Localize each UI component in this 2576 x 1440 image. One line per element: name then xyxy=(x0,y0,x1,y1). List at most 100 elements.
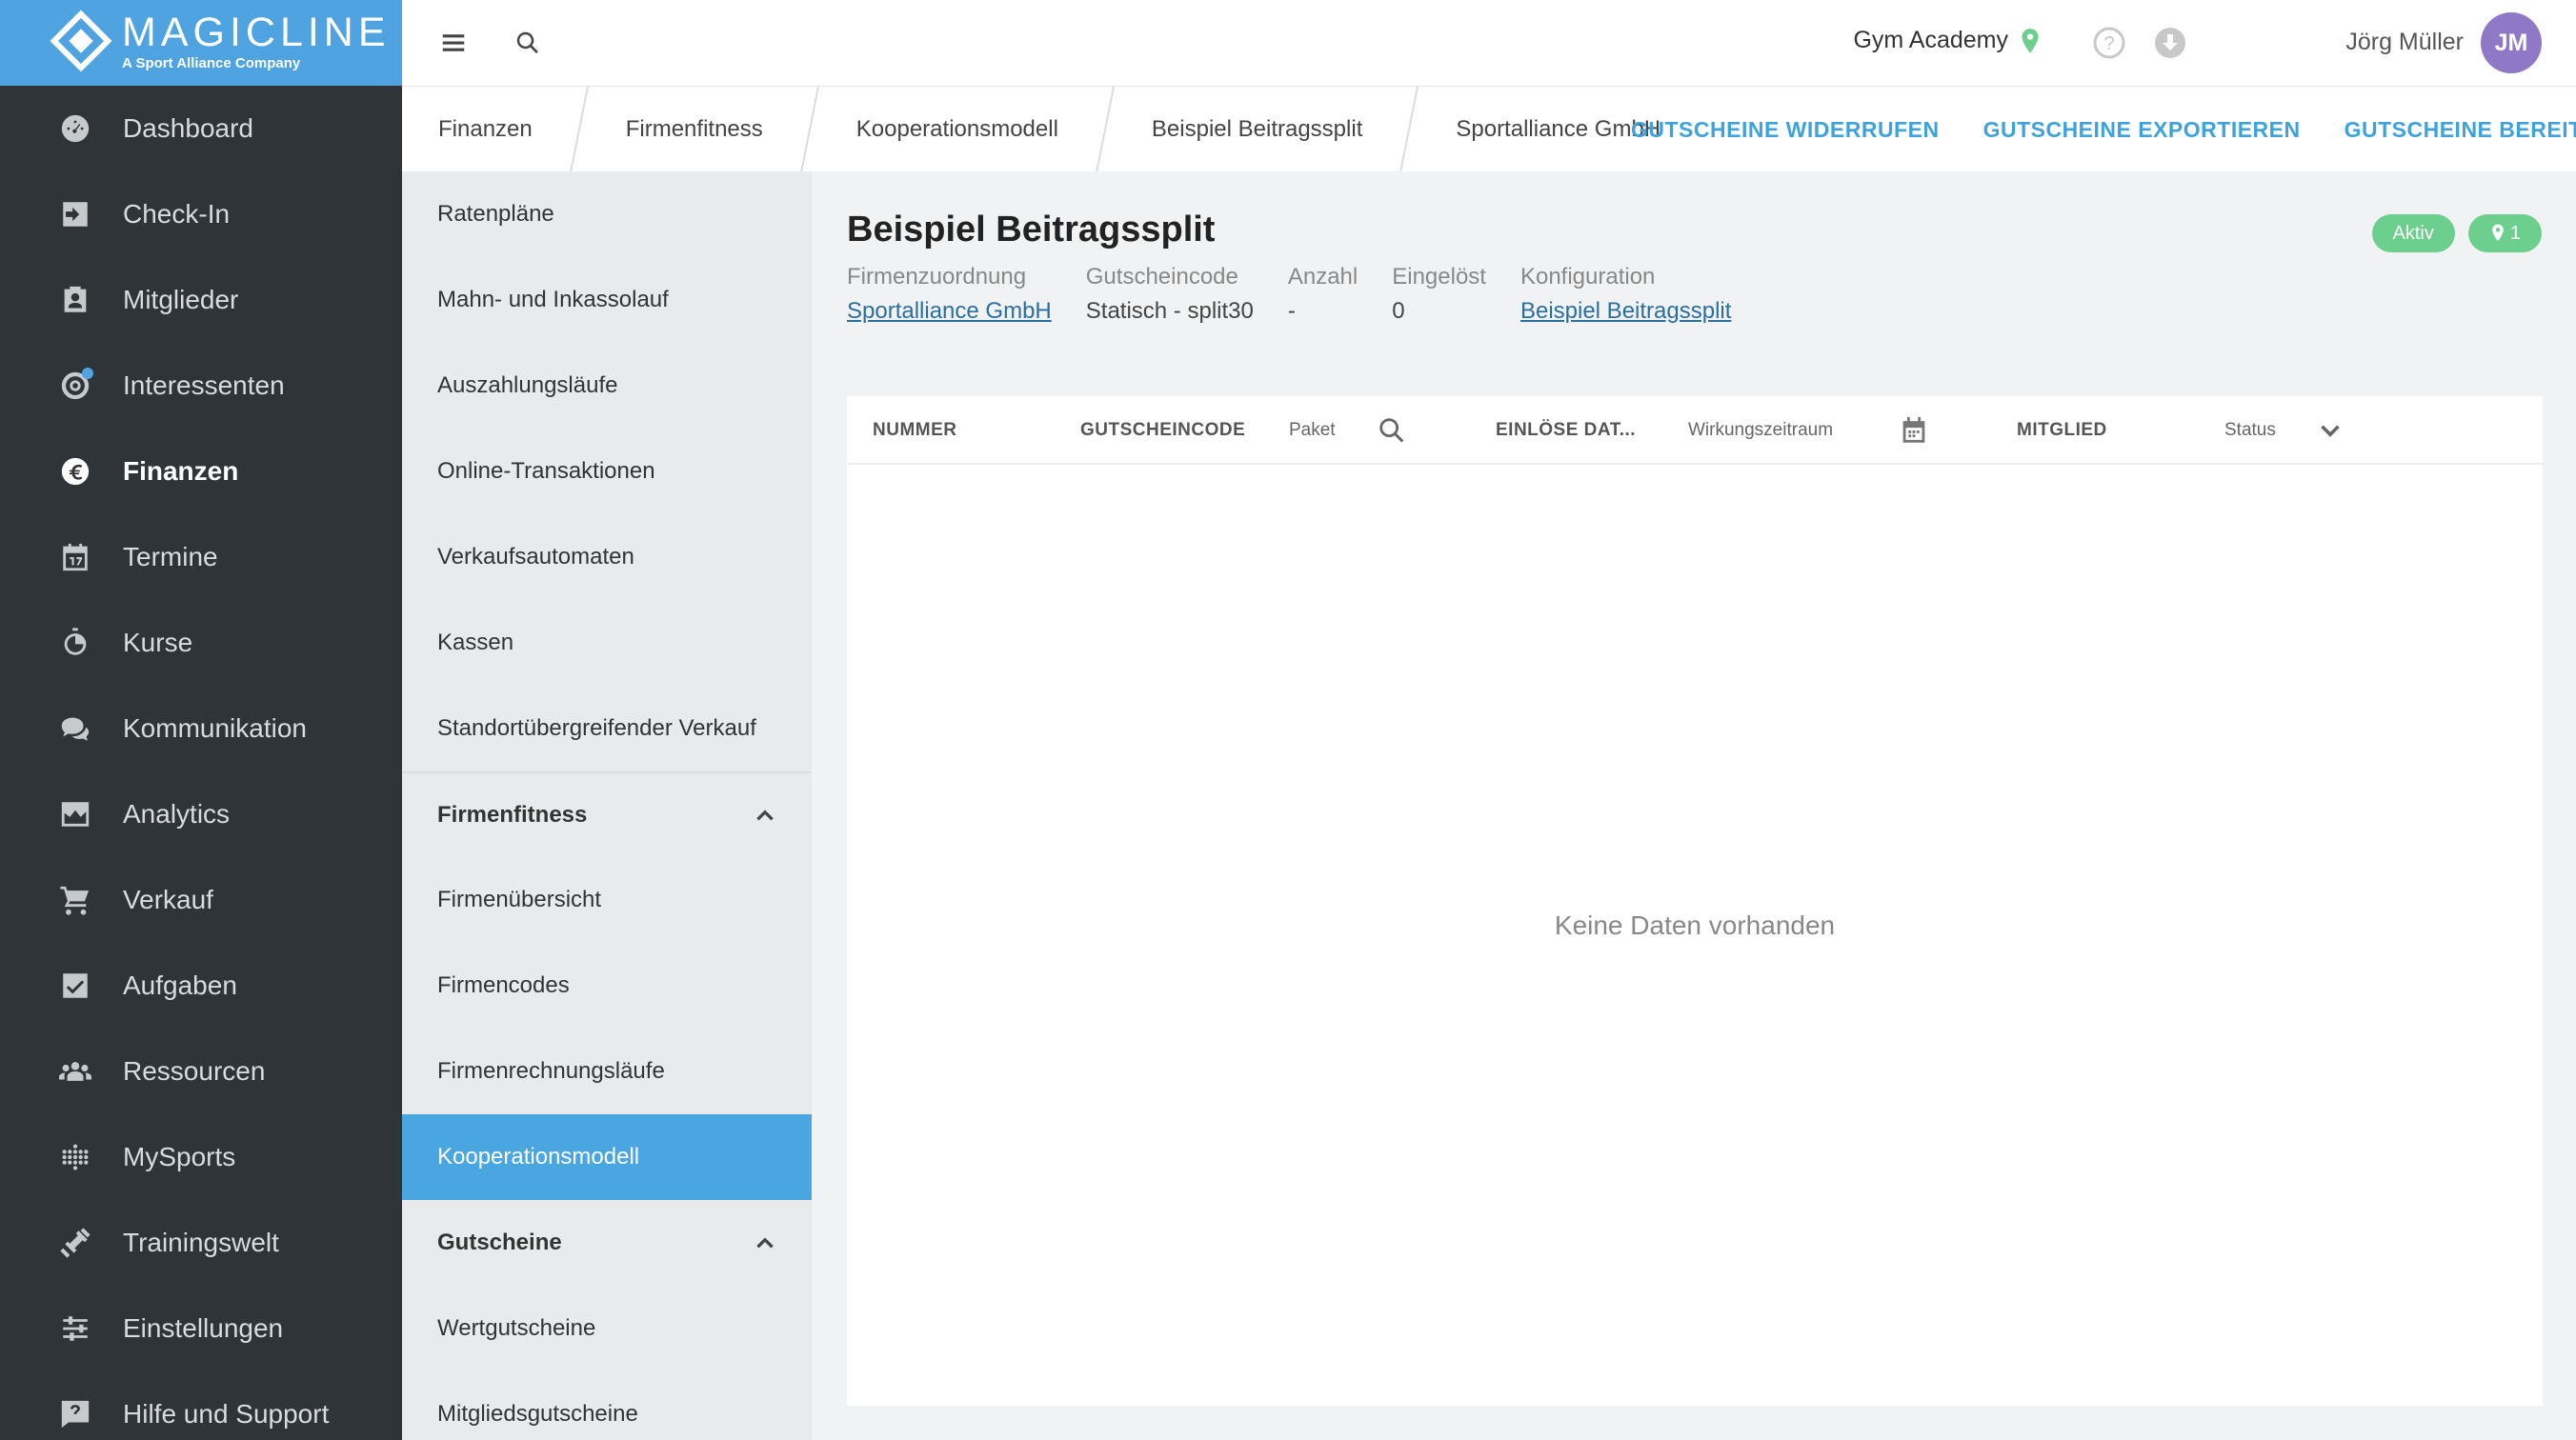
subnav-item-ratenplaene[interactable]: Ratenpläne xyxy=(402,171,812,257)
nav-label: Verkauf xyxy=(123,885,213,914)
chevron-up-icon xyxy=(756,810,774,821)
main-sidebar: MAGICLINE A Sport Alliance Company Dashb… xyxy=(0,0,402,1440)
nav-item-kurse[interactable]: Kurse xyxy=(0,600,402,686)
subnav-group-firmenfitness[interactable]: Firmenfitness xyxy=(402,771,812,857)
breadcrumb-item-kooperationsmodell[interactable]: Kooperationsmodell xyxy=(820,87,1095,171)
dumbbell-icon xyxy=(58,1226,92,1260)
nav-label: Hilfe und Support xyxy=(123,1399,330,1429)
nav-item-mysports[interactable]: MySports xyxy=(0,1114,402,1200)
nav-item-finanzen[interactable]: Finanzen xyxy=(0,429,402,514)
nav-item-hilfe-und-support[interactable]: Hilfe und Support xyxy=(0,1371,402,1440)
nav-label: Kurse xyxy=(123,628,193,657)
column-filter-period[interactable]: Wirkungszeitraum xyxy=(1688,420,1833,441)
meta-config: Konfiguration Beispiel Beitragssplit xyxy=(1520,264,1731,325)
logo[interactable]: MAGICLINE A Sport Alliance Company xyxy=(0,0,402,86)
help-chat-icon xyxy=(58,1397,92,1431)
breadcrumb: Finanzen Firmenfitness Kooperationsmodel… xyxy=(402,87,1697,171)
export-vouchers-button[interactable]: GUTSCHEINE EXPORTIEREN xyxy=(1983,117,2301,143)
studio-selector[interactable]: Gym Academy xyxy=(1853,27,2008,54)
meta-value: 0 xyxy=(1392,298,1405,324)
people-icon xyxy=(58,1054,92,1089)
avatar[interactable]: JM xyxy=(2481,12,2542,73)
breadcrumb-item-beispiel-beitragssplit[interactable]: Beispiel Beitragssplit xyxy=(1116,87,1399,171)
nav-label: Aufgaben xyxy=(123,970,237,1000)
nav-item-ressourcen[interactable]: Ressourcen xyxy=(0,1029,402,1114)
help-icon[interactable]: ? xyxy=(2092,26,2126,60)
table-header: NUMMER GUTSCHEINCODE Paket EINLÖSE DAT..… xyxy=(847,396,2543,465)
download-icon[interactable] xyxy=(2153,26,2187,60)
company-link[interactable]: Sportalliance GmbH xyxy=(847,298,1052,325)
nav-item-interessenten[interactable]: Interessenten xyxy=(0,343,402,429)
location-pin-icon xyxy=(2492,224,2504,242)
nav-label: Mitglieder xyxy=(123,285,239,314)
subnav-item-standortuebergreifender-verkauf[interactable]: Standortübergreifender Verkauf xyxy=(402,686,812,771)
nav-label: Check-In xyxy=(123,199,231,229)
column-header-member[interactable]: MITGLIED xyxy=(2017,420,2107,441)
task-check-icon xyxy=(58,969,92,1003)
breadcrumb-item-finanzen[interactable]: Finanzen xyxy=(402,87,569,171)
nav-item-mitglieder[interactable]: Mitglieder xyxy=(0,257,402,343)
subnav-group-gutscheine[interactable]: Gutscheine xyxy=(402,1200,812,1286)
column-header-code[interactable]: GUTSCHEINCODE xyxy=(1080,420,1245,441)
subnav-item-firmencodes[interactable]: Firmencodes xyxy=(402,943,812,1029)
status-badge: Aktiv xyxy=(2371,214,2455,252)
configuration-link[interactable]: Beispiel Beitragssplit xyxy=(1520,298,1731,325)
column-filter-status[interactable]: Status xyxy=(2224,420,2276,441)
nav-item-trainingswelt[interactable]: Trainingswelt xyxy=(0,1200,402,1286)
brand-tagline: A Sport Alliance Company xyxy=(122,55,301,71)
nav-label: Ressourcen xyxy=(123,1056,266,1086)
subnav-group-label: Gutscheine xyxy=(437,1230,562,1255)
nav-item-check-in[interactable]: Check-In xyxy=(0,171,402,257)
subnav-item-mitgliedsgutscheine[interactable]: Mitgliedsgutscheine xyxy=(402,1371,812,1440)
cart-icon xyxy=(58,883,92,917)
column-header-number[interactable]: NUMMER xyxy=(873,420,957,441)
breadcrumb-separator xyxy=(1095,87,1116,171)
breadcrumb-item-firmenfitness[interactable]: Firmenfitness xyxy=(590,87,799,171)
column-filter-package[interactable]: Paket xyxy=(1289,420,1336,441)
nav-label: Dashboard xyxy=(123,113,253,143)
sliders-icon xyxy=(58,1311,92,1346)
subnav-item-mahn-inkassolauf[interactable]: Mahn- und Inkassolauf xyxy=(402,257,812,343)
stopwatch-icon xyxy=(58,626,92,660)
nav-item-kommunikation[interactable]: Kommunikation xyxy=(0,686,402,771)
user-name[interactable]: Jörg Müller xyxy=(2345,29,2464,56)
chevron-down-icon[interactable] xyxy=(2314,414,2348,449)
subnav-item-verkaufsautomaten[interactable]: Verkaufsautomaten xyxy=(402,514,812,600)
details-meta: Firmenzuordnung Sportalliance GmbH Gutsc… xyxy=(847,264,1765,325)
location-count-badge[interactable]: 1 xyxy=(2467,214,2542,252)
meta-label: Firmenzuordnung xyxy=(847,264,1027,290)
chevron-up-icon xyxy=(756,1237,774,1249)
subnav-group-label: Firmenfitness xyxy=(437,802,588,828)
nav-label: Kommunikation xyxy=(123,713,307,743)
nav-item-dashboard[interactable]: Dashboard xyxy=(0,86,402,171)
search-icon[interactable] xyxy=(511,26,545,60)
nav-item-analytics[interactable]: Analytics xyxy=(0,771,402,857)
revoke-vouchers-button[interactable]: GUTSCHEINE WIDERRUFEN xyxy=(1631,117,1940,143)
subnav-item-kassen[interactable]: Kassen xyxy=(402,600,812,686)
location-count: 1 xyxy=(2509,222,2521,244)
subnav-item-firmenuebersicht[interactable]: Firmenübersicht xyxy=(402,857,812,943)
subnav-item-kooperationsmodell[interactable]: Kooperationsmodell xyxy=(402,1114,812,1200)
nav-label: Trainingswelt xyxy=(123,1228,279,1257)
dashboard-icon xyxy=(58,111,92,146)
meta-value: Statisch - split30 xyxy=(1085,298,1254,324)
subnav-item-firmenrechnungslaeufe[interactable]: Firmenrechnungsläufe xyxy=(402,1029,812,1114)
check-in-icon xyxy=(58,197,92,231)
nav-label: Finanzen xyxy=(123,456,239,486)
main-content: Beispiel Beitragssplit Aktiv 1 Firmenzuo… xyxy=(812,171,2576,1440)
provide-vouchers-button[interactable]: GUTSCHEINE BEREITSTELLEN xyxy=(2345,117,2576,143)
nav-item-einstellungen[interactable]: Einstellungen xyxy=(0,1286,402,1371)
meta-code: Gutscheincode Statisch - split30 xyxy=(1086,264,1254,325)
search-icon[interactable] xyxy=(1376,414,1410,449)
menu-icon[interactable] xyxy=(436,26,471,60)
subnav-item-auszahlungslaeufe[interactable]: Auszahlungsläufe xyxy=(402,343,812,429)
subnav-item-wertgutscheine[interactable]: Wertgutscheine xyxy=(402,1286,812,1371)
nav-item-verkauf[interactable]: Verkauf xyxy=(0,857,402,943)
calendar-icon[interactable] xyxy=(1898,414,1932,449)
breadcrumb-separator xyxy=(799,87,820,171)
nav-item-termine[interactable]: Termine xyxy=(0,514,402,600)
top-bar: Gym Academy ? Jörg Müller JM xyxy=(402,0,2576,86)
column-header-redeem-date[interactable]: EINLÖSE DAT... xyxy=(1496,420,1636,441)
nav-item-aufgaben[interactable]: Aufgaben xyxy=(0,943,402,1029)
subnav-item-online-transaktionen[interactable]: Online-Transaktionen xyxy=(402,429,812,514)
